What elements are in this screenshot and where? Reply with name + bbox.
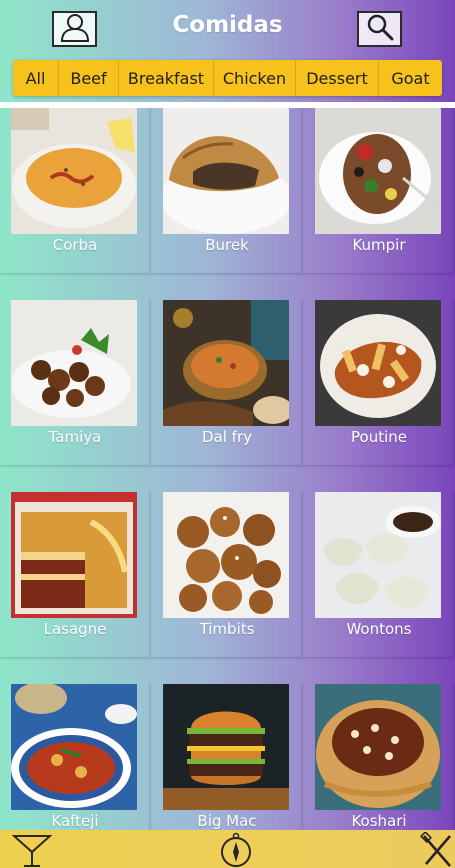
- meal-card-corba[interactable]: Corba: [0, 108, 150, 274]
- app-root: Comidas All Beef Breakfast Chicken Desse…: [0, 0, 455, 868]
- search-button[interactable]: [357, 11, 402, 47]
- meal-image-tamiya: [11, 300, 137, 426]
- meal-image-kafteji: [11, 684, 137, 810]
- meal-name: Lasagne: [43, 620, 107, 638]
- meal-card-kumpir[interactable]: Kumpir: [304, 108, 454, 274]
- cocktail-icon[interactable]: [11, 832, 53, 868]
- category-all[interactable]: All: [13, 60, 59, 96]
- meal-name: Big Mac: [197, 812, 257, 830]
- category-dessert[interactable]: Dessert: [296, 60, 379, 96]
- meal-row: Lasagne Timbits Wontons: [0, 492, 455, 684]
- meal-name: Timbits: [199, 620, 255, 638]
- meal-image-poutine: [315, 300, 441, 426]
- meal-name: Wontons: [346, 620, 412, 638]
- bottom-nav: [0, 830, 455, 868]
- meal-name: Poutine: [351, 428, 407, 446]
- category-breakfast[interactable]: Breakfast: [119, 60, 214, 96]
- meal-image-koshari: [315, 684, 441, 810]
- meal-image-dalfry: [163, 300, 289, 426]
- meal-card-dalfry[interactable]: Dal fry: [152, 300, 302, 466]
- row-divider: [0, 472, 455, 492]
- category-bar: All Beef Breakfast Chicken Dessert Goat: [13, 60, 442, 96]
- meal-name: Dal fry: [201, 428, 252, 446]
- meal-card-kafteji[interactable]: Kafteji: [0, 684, 150, 850]
- search-icon: [363, 12, 397, 46]
- meal-image-corba: [11, 108, 137, 234]
- meal-card-timbits[interactable]: Timbits: [152, 492, 302, 658]
- meal-card-wontons[interactable]: Wontons: [304, 492, 454, 658]
- meal-image-timbits: [163, 492, 289, 618]
- meal-name: Kafteji: [51, 812, 99, 830]
- meal-image-kumpir: [315, 108, 441, 234]
- meal-card-poutine[interactable]: Poutine: [304, 300, 454, 466]
- meal-card-koshari[interactable]: Koshari: [304, 684, 454, 850]
- meal-image-lasagne: [11, 492, 137, 618]
- meal-image-bigmac: [163, 684, 289, 810]
- meal-name: Burek: [205, 236, 249, 254]
- row-divider: [0, 664, 455, 684]
- meal-name: Koshari: [351, 812, 407, 830]
- meal-card-tamiya[interactable]: Tamiya: [0, 300, 150, 466]
- meal-name: Kumpir: [352, 236, 406, 254]
- meal-name: Corba: [52, 236, 98, 254]
- category-beef[interactable]: Beef: [59, 60, 119, 96]
- meal-image-burek: [163, 108, 289, 234]
- header: Comidas: [0, 0, 455, 56]
- compass-icon[interactable]: [218, 832, 254, 868]
- meal-card-lasagne[interactable]: Lasagne: [0, 492, 150, 658]
- meal-name: Tamiya: [48, 428, 102, 446]
- utensils-icon[interactable]: [419, 830, 454, 868]
- row-divider: [0, 280, 455, 300]
- category-goat[interactable]: Goat: [379, 60, 442, 96]
- meal-card-burek[interactable]: Burek: [152, 108, 302, 274]
- meal-row: Corba Burek Kumpir: [0, 108, 455, 300]
- meal-card-bigmac[interactable]: Big Mac: [152, 684, 302, 850]
- category-chicken[interactable]: Chicken: [214, 60, 296, 96]
- meal-image-wontons: [315, 492, 441, 618]
- meal-row: Tamiya Dal fry Poutine: [0, 300, 455, 492]
